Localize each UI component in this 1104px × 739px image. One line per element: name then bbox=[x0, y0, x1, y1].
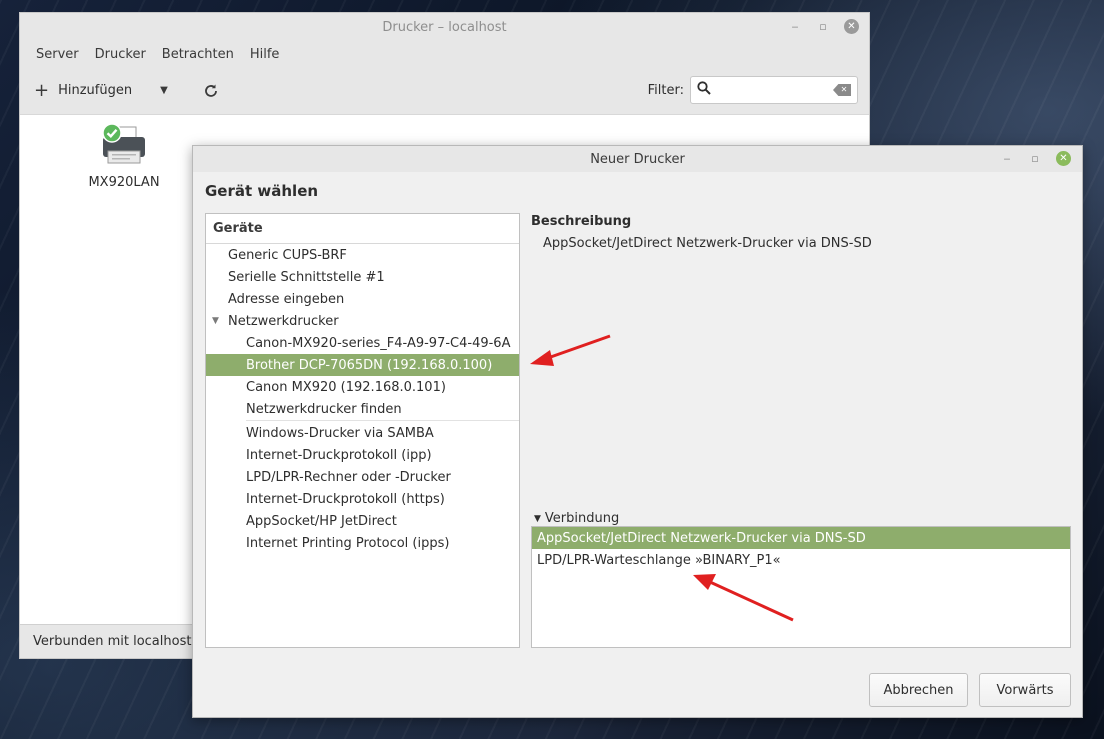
minimize-icon[interactable]: ‒ bbox=[1000, 152, 1014, 166]
devices-list: Geräte Generic CUPS-BRF Serielle Schnitt… bbox=[205, 213, 520, 648]
forward-button[interactable]: Vorwärts bbox=[979, 673, 1071, 707]
device-item[interactable]: LPD/LPR-Rechner oder -Drucker bbox=[206, 466, 519, 488]
refresh-icon[interactable] bbox=[202, 82, 220, 100]
printers-window-titlebar[interactable]: Drucker – localhost ‒ ▫ ✕ bbox=[20, 13, 869, 41]
device-item[interactable]: Netzwerkdrucker finden bbox=[206, 398, 519, 420]
dialog-heading: Gerät wählen bbox=[205, 182, 319, 200]
description-text: AppSocket/JetDirect Netzwerk-Drucker via… bbox=[543, 236, 872, 251]
close-icon[interactable]: ✕ bbox=[1056, 151, 1071, 166]
connection-label: Verbindung bbox=[544, 511, 620, 526]
connection-expander[interactable]: ▼ Verbindung bbox=[534, 511, 619, 526]
device-item-selected[interactable]: Brother DCP-7065DN (192.168.0.100) bbox=[206, 354, 519, 376]
menu-betrachten[interactable]: Betrachten bbox=[154, 47, 242, 62]
window-controls: ‒ ▫ ✕ bbox=[788, 19, 859, 34]
description-title: Beschreibung bbox=[531, 214, 632, 229]
printer-name: MX920LAN bbox=[88, 175, 160, 190]
minimize-icon[interactable]: ‒ bbox=[788, 20, 802, 34]
cancel-button[interactable]: Abbrechen bbox=[869, 673, 968, 707]
device-item[interactable]: Internet-Druckprotokoll (ipp) bbox=[206, 444, 519, 466]
add-button[interactable]: + Hinzufügen bbox=[34, 79, 133, 101]
network-printers-group[interactable]: ▼ Netzwerkdrucker bbox=[206, 310, 519, 332]
dialog-title: Neuer Drucker bbox=[590, 151, 685, 167]
device-item[interactable]: Internet Printing Protocol (ipps) bbox=[206, 532, 519, 554]
connection-item-selected[interactable]: AppSocket/JetDirect Netzwerk-Drucker via… bbox=[532, 527, 1070, 549]
expander-down-icon[interactable]: ▼ bbox=[212, 316, 228, 326]
chevron-down-icon[interactable]: ▼ bbox=[160, 85, 168, 96]
status-text: Verbunden mit localhost bbox=[33, 634, 192, 649]
add-button-label: Hinzufügen bbox=[58, 83, 133, 98]
filter-box[interactable]: ✕ bbox=[690, 76, 858, 104]
dialog-window-controls: ‒ ▫ ✕ bbox=[1000, 151, 1071, 166]
filter-group: Filter: ✕ bbox=[648, 76, 858, 104]
maximize-icon[interactable]: ▫ bbox=[816, 20, 830, 34]
device-item[interactable]: Generic CUPS-BRF bbox=[206, 244, 519, 266]
devices-column-header[interactable]: Geräte bbox=[206, 214, 519, 244]
menu-drucker[interactable]: Drucker bbox=[87, 47, 154, 62]
device-item[interactable]: AppSocket/HP JetDirect bbox=[206, 510, 519, 532]
dialog-titlebar[interactable]: Neuer Drucker ‒ ▫ ✕ bbox=[193, 146, 1082, 172]
clear-icon[interactable]: ✕ bbox=[833, 84, 851, 96]
menu-hilfe[interactable]: Hilfe bbox=[242, 47, 288, 62]
device-item[interactable]: Canon MX920 (192.168.0.101) bbox=[206, 376, 519, 398]
filter-input[interactable] bbox=[717, 83, 827, 97]
printer-item[interactable]: MX920LAN bbox=[84, 123, 164, 190]
filter-label: Filter: bbox=[647, 82, 684, 98]
device-item[interactable]: Adresse eingeben bbox=[206, 288, 519, 310]
connection-item[interactable]: LPD/LPR-Warteschlange »BINARY_P1« bbox=[532, 549, 1070, 571]
toolbar: + Hinzufügen ▼ Filter: ✕ bbox=[20, 67, 869, 115]
window-title: Drucker – localhost bbox=[382, 19, 507, 35]
plus-icon: + bbox=[34, 79, 50, 101]
expander-down-icon: ▼ bbox=[534, 513, 541, 524]
menu-server[interactable]: Server bbox=[28, 47, 87, 62]
new-printer-dialog: Neuer Drucker ‒ ▫ ✕ Gerät wählen Geräte … bbox=[192, 145, 1083, 718]
network-group-label: Netzwerkdrucker bbox=[228, 313, 339, 329]
device-item[interactable]: Canon-MX920-series_F4-A9-97-C4-49-6A bbox=[206, 332, 519, 354]
connection-list: AppSocket/JetDirect Netzwerk-Drucker via… bbox=[531, 526, 1071, 648]
search-icon bbox=[697, 81, 711, 99]
maximize-icon[interactable]: ▫ bbox=[1028, 152, 1042, 166]
device-item[interactable]: Windows-Drucker via SAMBA bbox=[206, 422, 519, 444]
device-item[interactable]: Serielle Schnittstelle #1 bbox=[206, 266, 519, 288]
device-item[interactable]: Internet-Druckprotokoll (https) bbox=[206, 488, 519, 510]
printer-icon bbox=[100, 123, 148, 167]
close-icon[interactable]: ✕ bbox=[844, 19, 859, 34]
menubar: Server Drucker Betrachten Hilfe bbox=[20, 41, 869, 67]
